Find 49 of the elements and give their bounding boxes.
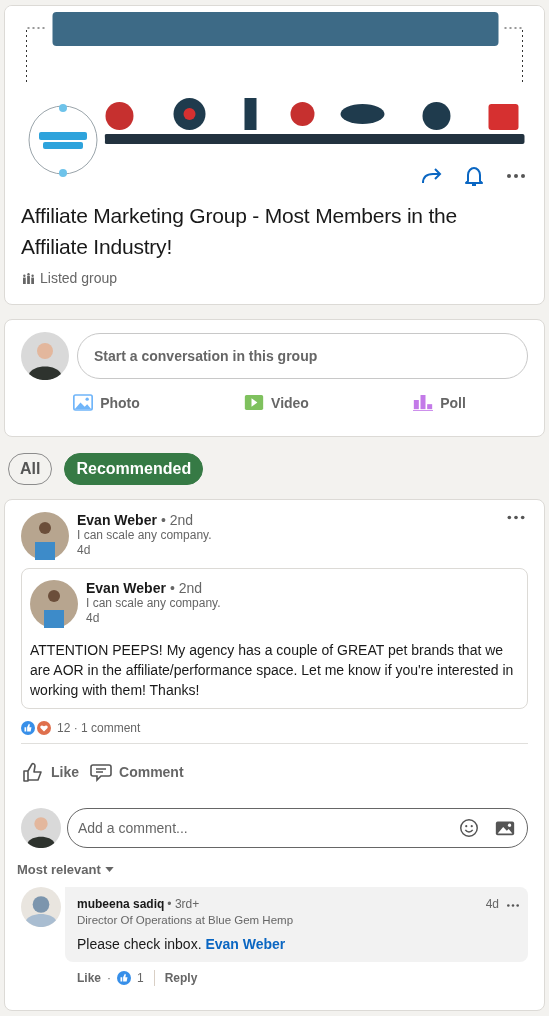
commenter-headline: Director Of Operations at Blue Gem Hemp [77, 914, 295, 926]
mention-link[interactable]: Evan Weber [205, 936, 286, 952]
author-name[interactable]: Evan Weber [86, 580, 166, 596]
connection-degree: • 2nd [169, 580, 203, 596]
poll-button[interactable]: Poll [405, 390, 474, 415]
filter-chip[interactable]: Recommended [64, 453, 204, 485]
video-button[interactable]: Video [236, 390, 317, 415]
like-button[interactable]: Like [21, 758, 79, 786]
thumbs-up-icon [21, 760, 45, 784]
comment-text: Please check inbox. Evan Weber [77, 936, 287, 952]
bar-chart-icon [413, 394, 434, 411]
commenter-name[interactable]: mubeena sadiq [77, 897, 165, 911]
more-icon[interactable] [506, 514, 526, 521]
emoji-icon[interactable] [458, 817, 480, 839]
avatar [21, 332, 69, 380]
avatar [21, 808, 61, 848]
avatar [30, 580, 78, 628]
like-reaction-icon [117, 971, 131, 985]
sort-dropdown[interactable]: Most relevant [17, 862, 114, 877]
post-time: 4d [77, 543, 92, 558]
group-title: Affiliate Marketing Group - Most Members in the Affiliate Industry! [21, 203, 459, 260]
image-icon [73, 394, 94, 411]
reaction-stats[interactable]: 12 · 1 comment [57, 721, 141, 735]
author-headline: I can scale any company. [77, 528, 212, 543]
separator: · [107, 971, 111, 985]
reply-link[interactable]: Reply [164, 971, 198, 985]
comment-button[interactable]: Comment [89, 758, 184, 786]
avatar [21, 512, 69, 560]
heart-reaction-icon [37, 721, 51, 735]
like-count: 1 [137, 971, 144, 985]
connection-degree: • 3rd+ [167, 897, 201, 911]
like-link[interactable]: Like [77, 971, 101, 985]
privacy-label: Listed group [40, 270, 118, 286]
post-text: ATTENTION PEEPS! My agency has a couple of GREAT pet brands that we are AOR in the affiliate/performance space. Let me know if you're interested in working with them! Thanks! [30, 641, 515, 700]
group-icon [23, 272, 34, 284]
caret-icon [104, 867, 114, 872]
comment-time: 4d [485, 897, 499, 911]
author-headline: I can scale any company. [86, 596, 221, 611]
avatar [21, 887, 61, 927]
bell-icon[interactable] [462, 164, 486, 188]
comment-field[interactable]: Add a comment... [67, 808, 528, 848]
photo-button[interactable]: Photo [65, 390, 148, 415]
more-icon[interactable] [506, 903, 520, 908]
video-icon [244, 394, 265, 411]
connection-degree: • 2nd [160, 512, 194, 528]
post-time: 4d [86, 611, 101, 626]
start-conversation-field[interactable]: Start a conversation in this group [77, 333, 528, 379]
like-reaction-icon [21, 721, 35, 735]
author-name[interactable]: Evan Weber [77, 512, 157, 528]
